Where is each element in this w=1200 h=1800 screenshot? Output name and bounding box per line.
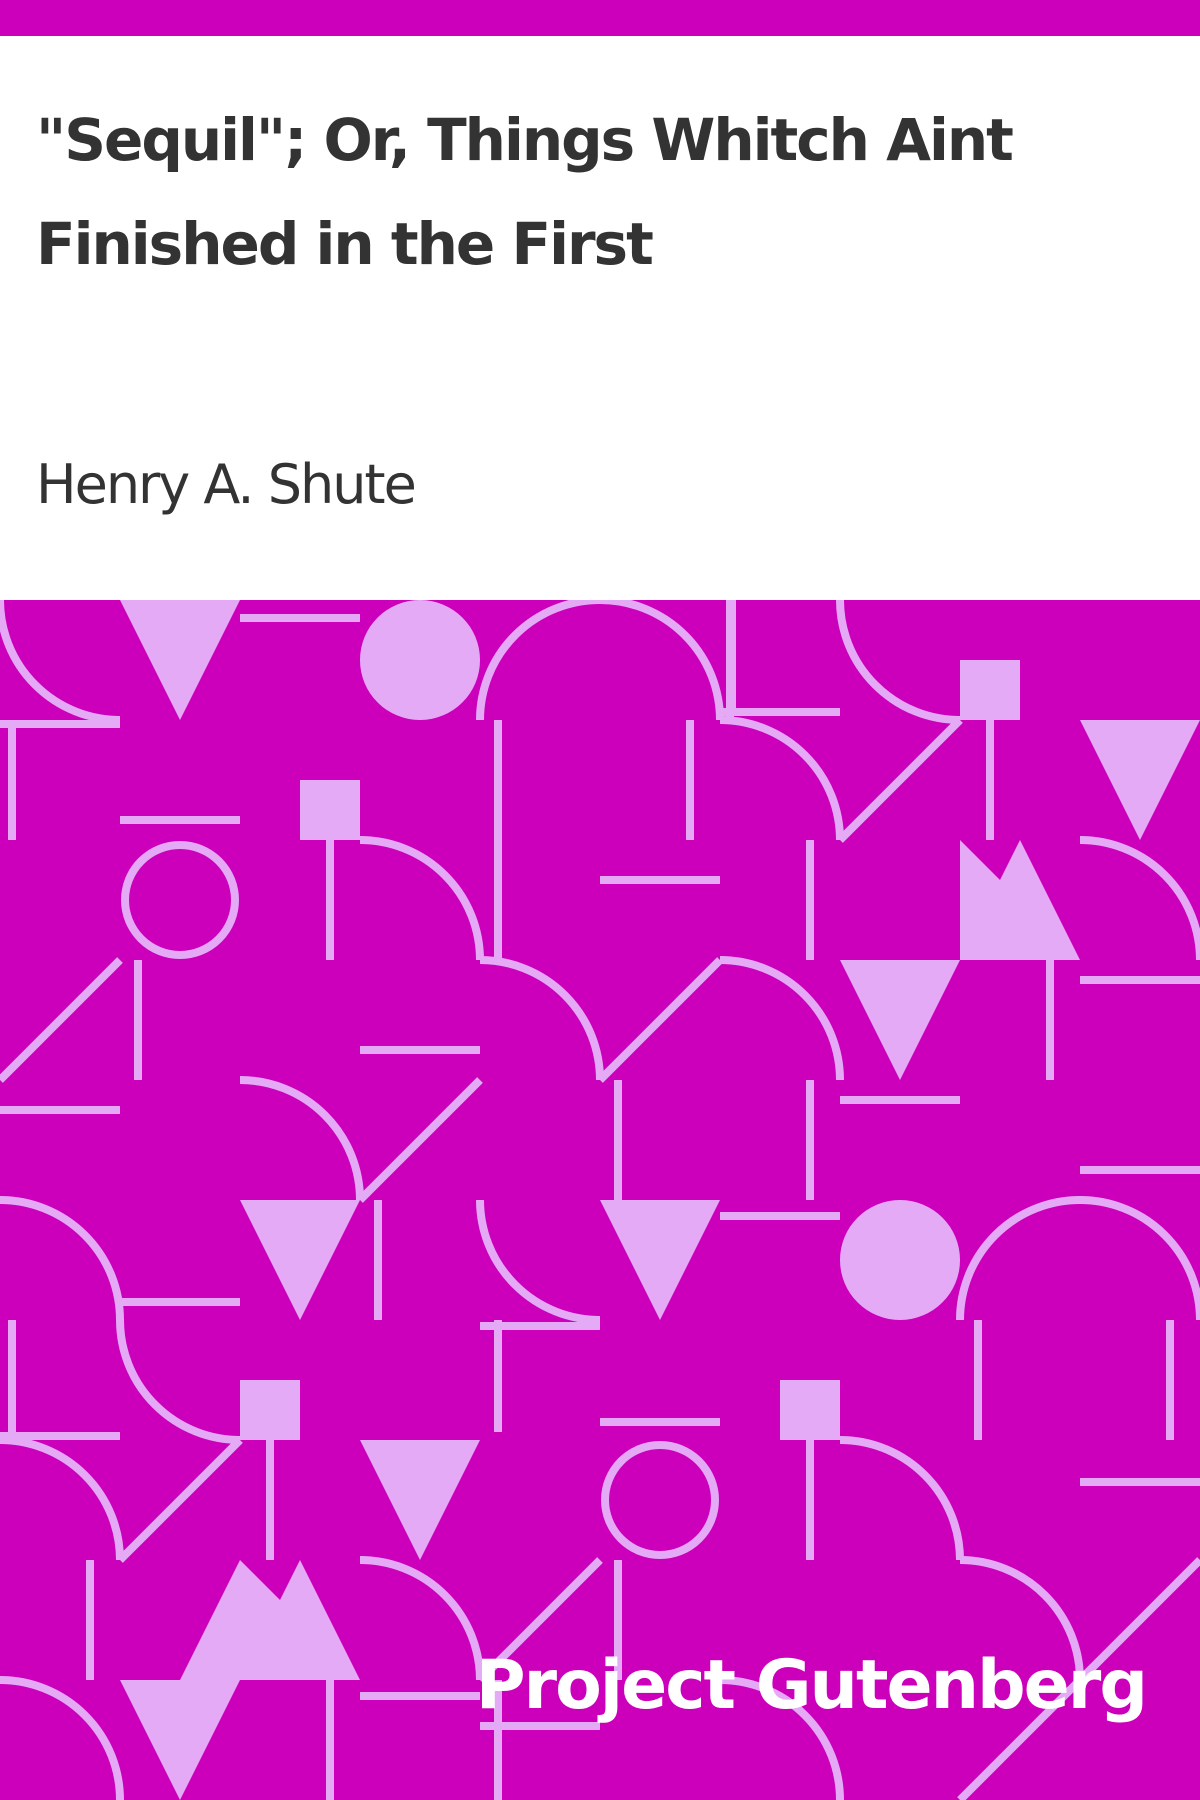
pattern-ring [121,841,239,959]
pattern-line [837,717,963,843]
pattern-dot [840,1200,960,1320]
pattern-ring [601,1441,719,1559]
pattern-corner [8,720,120,840]
pattern-arc [1079,836,1200,961]
pattern-arc [116,1319,241,1444]
geometric-pattern [0,600,1200,1800]
pattern-square [960,660,1020,720]
pattern-arc [0,600,121,724]
pattern-triangle [120,1680,240,1800]
pattern-arc [476,600,724,721]
pattern-arc [239,1076,364,1201]
pattern-dot [360,600,480,720]
pattern-arc [839,1436,964,1561]
book-title: "Sequil"; Or, Things Whitch Aint Finishe… [36,106,1014,278]
pattern-triangle [240,1200,360,1320]
pattern-square [240,1380,300,1440]
pattern-triangle [360,1440,480,1560]
cover-pattern [0,600,1200,1800]
pattern-arc [719,956,844,1081]
publisher-name: Project Gutenberg [475,1646,1148,1725]
pattern-line [0,957,123,1083]
pattern-arc [0,1196,124,1321]
pattern-triangle [1080,720,1200,840]
pattern-triangle [600,1200,720,1320]
pattern-line [597,957,723,1083]
pattern-arc [719,716,844,841]
pattern-triangle [840,960,960,1080]
pattern-arc [359,836,484,961]
pattern-line [117,1437,243,1563]
pattern-arc [476,1199,601,1324]
pattern-arc [0,1676,124,1800]
pattern-line [357,1077,483,1203]
book-author: Henry A. Shute [36,453,417,516]
top-color-bar [0,0,1200,36]
pattern-arc [479,956,604,1081]
pattern-arc [956,1196,1200,1321]
pattern-arc [836,600,961,724]
pattern-corner [728,600,840,716]
pattern-arc [0,1436,124,1561]
pattern-square [300,780,360,840]
pattern-square [780,1380,840,1440]
pattern-arc [359,1556,484,1681]
pattern-triangle [120,600,240,720]
